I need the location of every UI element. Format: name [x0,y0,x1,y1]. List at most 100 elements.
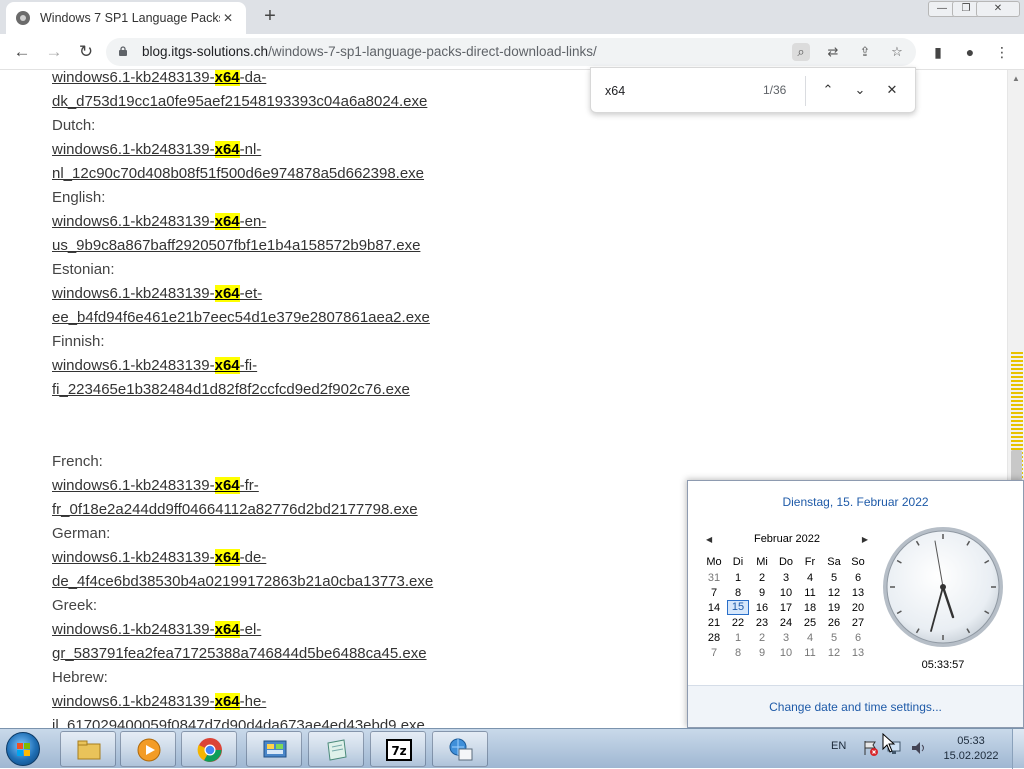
calendar-day[interactable]: 26 [822,615,846,630]
download-link[interactable]: windows6.1-kb2483139-x64-en-us_9b9c8a867… [52,210,652,258]
side-panel-icon[interactable]: ▮ [928,42,948,62]
calendar-day[interactable]: 2 [750,630,774,645]
calendar-day[interactable]: 1 [726,630,750,645]
reload-icon[interactable]: ↻ [74,40,98,64]
volume-icon[interactable] [910,739,928,757]
download-link[interactable]: windows6.1-kb2483139-x64-et-ee_b4fd94f6e… [52,282,652,330]
find-input[interactable] [605,81,755,101]
find-in-page-icon[interactable]: ⌕ [792,43,810,61]
translate-icon[interactable]: ⇄ [824,43,842,61]
new-tab-button[interactable]: + [258,5,282,29]
calendar-day[interactable]: 28 [702,630,726,645]
download-link[interactable]: windows6.1-kb2483139-x64-fi-fi_223465e1b… [52,354,652,402]
calendar-day[interactable]: 4 [798,570,822,585]
calendar-day[interactable]: 17 [774,600,798,615]
find-highlight: x64 [214,621,240,638]
calendar-day[interactable]: 12 [822,585,846,600]
notepad-taskbar-button[interactable] [308,731,364,767]
find-highlight: x64 [214,477,240,494]
calendar-day[interactable]: 6 [846,570,870,585]
calendar-day[interactable]: 22 [726,615,750,630]
list-item: windows6.1-kb2483139-x64-da-dk_d753d19cc… [52,70,652,114]
calendar-day[interactable]: 11 [798,645,822,660]
share-icon[interactable]: ⇪ [856,43,874,61]
calendar-day[interactable]: 18 [798,600,822,615]
calendar-day[interactable]: 31 [702,570,726,585]
language-indicator[interactable]: EN [831,740,846,752]
calendar-day[interactable]: 5 [822,570,846,585]
calendar-day[interactable]: 9 [750,585,774,600]
download-link[interactable]: windows6.1-kb2483139-x64-da-dk_d753d19cc… [52,70,652,114]
digital-clock-text: 05:33:57 [921,659,965,671]
long-date-link[interactable]: Dienstag, 15. Februar 2022 [688,495,1023,509]
url-text: blog.itgs-solutions.ch/windows-7-sp1-lan… [142,44,597,59]
list-item: Finnish: windows6.1-kb2483139-x64-fi-fi_2… [52,330,652,402]
show-desktop-button[interactable] [1012,729,1024,769]
menu-dots-icon[interactable]: ⋮ [992,42,1012,62]
change-date-time-settings-link[interactable]: Change date and time settings... [688,685,1023,727]
calendar-day[interactable]: 19 [822,600,846,615]
calendar-day[interactable]: 3 [774,630,798,645]
previous-month-icon[interactable]: ◀ [706,535,712,544]
find-close-icon[interactable]: ✕ [881,79,903,101]
find-previous-chevron-up-icon[interactable]: ⌃ [817,79,839,101]
calendar-day[interactable]: 10 [774,585,798,600]
calendar-day[interactable]: 13 [846,645,870,660]
back-arrow-icon[interactable]: ← [10,40,34,64]
explorer-taskbar-button[interactable] [60,731,116,767]
calendar-day[interactable]: 7 [702,645,726,660]
network-tool-taskbar-button[interactable] [432,731,488,767]
taskbar-clock[interactable]: 05:33 15.02.2022 [938,734,1004,764]
weekday-header: Do [778,555,794,568]
language-label: French: [52,453,103,470]
calendar-day[interactable]: 15 [726,600,750,615]
action-center-flag-icon[interactable] [862,739,880,757]
download-link[interactable]: windows6.1-kb2483139-x64-nl-nl_12c90c70d… [52,138,652,186]
calendar-day[interactable]: 7 [702,585,726,600]
media-player-taskbar-button[interactable] [120,731,176,767]
tab-close-icon[interactable]: ✕ [220,11,236,25]
address-bar[interactable]: blog.itgs-solutions.ch/windows-7-sp1-lan… [106,38,916,66]
weekday-header: So [851,555,865,568]
download-link[interactable]: windows6.1-kb2483139-x64-he-il_617029400… [52,690,652,728]
profile-avatar-icon[interactable]: ● [960,42,980,62]
weekday-header: Mo [706,555,722,568]
find-next-chevron-down-icon[interactable]: ⌄ [849,79,871,101]
start-button[interactable] [6,732,40,766]
calendar-day[interactable]: 8 [726,585,750,600]
calendar-day[interactable]: 8 [726,645,750,660]
calendar-day[interactable]: 25 [798,615,822,630]
scroll-up-icon[interactable]: ▲ [1012,74,1020,83]
forward-arrow-icon[interactable]: → [42,40,66,64]
calendar-day[interactable]: 23 [750,615,774,630]
month-label[interactable]: Februar 2022 [754,533,820,545]
calendar-day[interactable]: 20 [846,600,870,615]
mouse-cursor-icon [882,733,896,753]
calendar-day[interactable]: 13 [846,585,870,600]
calendar-day[interactable]: 24 [774,615,798,630]
calendar-day[interactable]: 10 [774,645,798,660]
calendar-day[interactable]: 14 [702,600,726,615]
next-month-icon[interactable]: ▶ [862,535,868,544]
bookmark-star-icon[interactable]: ☆ [888,43,906,61]
download-link[interactable]: windows6.1-kb2483139-x64-fr-fr_0f18e2a24… [52,474,652,522]
calendar-day[interactable]: 27 [846,615,870,630]
calendar-day[interactable]: 3 [774,570,798,585]
browser-tab[interactable]: Windows 7 SP1 Language Packs ✕ [6,2,246,34]
control-panel-taskbar-button[interactable] [246,731,302,767]
close-window-button[interactable]: ✕ [976,1,1020,17]
calendar-day[interactable]: 4 [798,630,822,645]
calendar-day[interactable]: 5 [822,630,846,645]
calendar-day[interactable]: 21 [702,615,726,630]
calendar-day[interactable]: 9 [750,645,774,660]
calendar-day[interactable]: 11 [798,585,822,600]
chrome-taskbar-button[interactable] [181,731,237,767]
download-link[interactable]: windows6.1-kb2483139-x64-de-de_4f4ce6bd3… [52,546,652,594]
calendar-day[interactable]: 12 [822,645,846,660]
calendar-day[interactable]: 16 [750,600,774,615]
calendar-day[interactable]: 6 [846,630,870,645]
7zip-taskbar-button[interactable]: 7z [370,731,426,767]
calendar-day[interactable]: 2 [750,570,774,585]
download-link[interactable]: windows6.1-kb2483139-x64-el-gr_583791fea… [52,618,652,666]
calendar-day[interactable]: 1 [726,570,750,585]
